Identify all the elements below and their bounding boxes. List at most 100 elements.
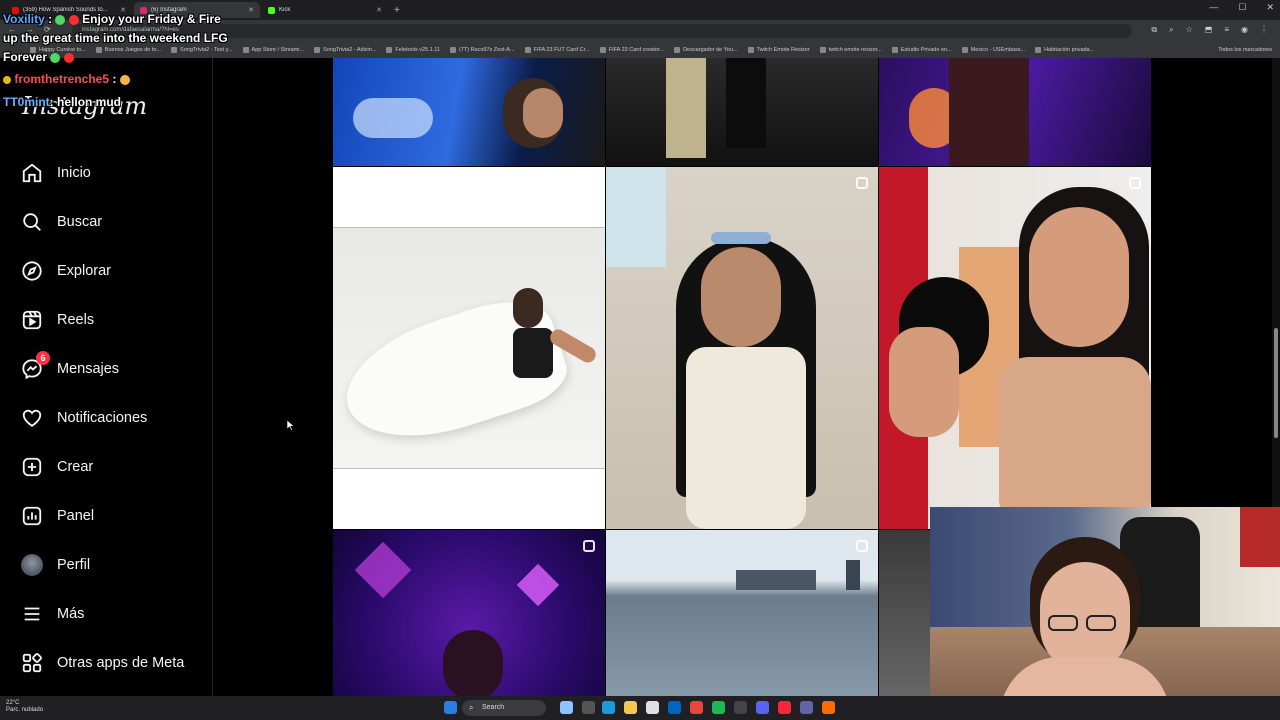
extensions-icon[interactable]: ⬒ [1205, 25, 1213, 35]
nav-explorar[interactable]: Explorar [20, 256, 111, 286]
post-thumbnail[interactable] [606, 530, 878, 696]
spotify-icon[interactable] [712, 701, 725, 714]
bookmark-favicon-icon [819, 47, 826, 53]
bookmark-label: Feletools v25.1.11 [395, 47, 440, 53]
mail-icon[interactable] [668, 701, 681, 714]
bookmark-item[interactable]: Feletools v25.1.11 [386, 47, 440, 53]
red-heart-emote [63, 52, 74, 63]
nav-inicio[interactable]: Inicio [20, 158, 91, 188]
new-tab-icon[interactable]: + [394, 5, 400, 16]
widgets-icon[interactable] [560, 701, 573, 714]
bookmark-item[interactable]: Mexico - USEmbass... [961, 47, 1025, 53]
close-tab-icon[interactable]: ✕ [376, 6, 382, 14]
weather-widget[interactable]: 22°C Parc. nublado [6, 700, 43, 714]
bookmark-item[interactable]: Twitch Emote Resizer [747, 47, 810, 53]
nav-notificaciones[interactable]: Notificaciones [20, 403, 147, 433]
file-explorer-icon[interactable] [624, 701, 637, 714]
bookmark-item[interactable]: FIFA 23 Card creator... [599, 47, 664, 53]
music-icon[interactable] [778, 701, 791, 714]
task-view-icon[interactable] [582, 701, 595, 714]
instagram-sidebar: Instagram Inicio Buscar Explorar Reels 6… [0, 58, 295, 696]
close-tab-icon[interactable]: ✕ [248, 6, 254, 14]
nav-label: Mensajes [57, 361, 120, 377]
edge-icon[interactable] [602, 701, 615, 714]
post-thumbnail[interactable] [333, 167, 605, 529]
home-icon [20, 161, 44, 185]
reels-icon [20, 308, 44, 332]
meta-apps-icon [20, 651, 44, 675]
windows-taskbar: 22°C Parc. nublado ⌕ Search [0, 696, 1280, 720]
nav-label: Más [57, 606, 85, 622]
obs-icon[interactable] [734, 701, 747, 714]
nav-label: Perfil [57, 557, 91, 573]
nav-label: Panel [57, 508, 95, 524]
bookmark-favicon-icon [314, 47, 321, 53]
webcam-overlay [930, 507, 1280, 720]
post-thumbnail[interactable] [333, 530, 605, 696]
nav-otras-apps[interactable]: Otras apps de Meta [20, 648, 184, 678]
carousel-icon [583, 540, 595, 552]
emoji-icon [119, 74, 130, 85]
green-heart-emote [50, 52, 61, 63]
taskbar-search[interactable]: ⌕ Search [462, 700, 546, 716]
store-icon[interactable] [646, 701, 659, 714]
nav-mas[interactable]: Más [20, 599, 84, 629]
nav-buscar[interactable]: Buscar [20, 207, 102, 237]
nav-label: Crear [57, 459, 94, 475]
post-thumbnail[interactable] [879, 167, 1151, 529]
screen: (359) How Spanish Sounds to... ✕ (6) Ins… [0, 0, 1280, 720]
bookmark-item[interactable]: Descargador de You... [674, 47, 738, 53]
messenger-icon: 6 [20, 351, 50, 381]
bookmark-favicon-icon [599, 47, 606, 53]
compass-icon [20, 259, 44, 283]
scrollbar-thumb[interactable] [1274, 328, 1278, 438]
cast-icon[interactable]: ⧉ [1151, 25, 1157, 35]
playlist-icon[interactable]: ≡ [1224, 25, 1229, 35]
browser-tab[interactable]: Kick ✕ [262, 2, 388, 18]
nav-reels[interactable]: Reels [20, 305, 94, 335]
nav-label: Notificaciones [57, 410, 148, 426]
discord-icon[interactable] [756, 701, 769, 714]
chart-icon [20, 504, 44, 528]
bookmark-favicon-icon [747, 47, 754, 53]
bookmark-item[interactable]: SongTrivia2 - Adivin... [314, 47, 376, 53]
maximize-icon[interactable]: ☐ [1238, 2, 1246, 13]
bookmark-item[interactable]: App Store / Streami... [242, 47, 304, 53]
post-thumbnail[interactable] [606, 58, 878, 166]
teams-icon[interactable] [800, 701, 813, 714]
mouse-cursor-icon [287, 420, 295, 431]
zoom-icon[interactable]: ⌕ [1169, 25, 1173, 35]
more-icon[interactable]: ⋮ [1260, 25, 1268, 35]
bookmark-item[interactable]: twitch emote resizer... [819, 47, 882, 53]
minimize-icon[interactable]: — [1209, 2, 1218, 13]
close-window-icon[interactable]: ✕ [1266, 2, 1274, 13]
start-menu-icon[interactable] [444, 701, 457, 714]
all-bookmarks[interactable]: Todos los marcadores [1218, 47, 1272, 53]
bookmark-favicon-icon [674, 47, 681, 53]
carousel-icon [856, 177, 868, 189]
nav-label: Inicio [57, 165, 91, 181]
chrome-icon[interactable] [690, 701, 703, 714]
bookmark-item[interactable]: (7T) Raco97s Zest-A... [449, 47, 515, 53]
profile-icon[interactable]: ◉ [1241, 25, 1248, 35]
nav-label: Otras apps de Meta [57, 655, 185, 671]
nav-crear[interactable]: Crear [20, 452, 93, 482]
kick-icon [268, 6, 275, 14]
bookmark-label: twitch emote resizer... [828, 47, 882, 53]
star-icon[interactable]: ☆ [1186, 25, 1193, 35]
bookmark-favicon-icon [449, 47, 456, 53]
nav-perfil[interactable]: Perfil [20, 550, 90, 580]
nav-mensajes[interactable]: 6 Mensajes [20, 351, 120, 384]
post-thumbnail[interactable] [333, 58, 605, 166]
search-icon: ⌕ [469, 703, 474, 712]
post-thumbnail[interactable] [606, 167, 878, 529]
green-heart-emote [55, 14, 66, 25]
bookmark-item[interactable]: Estudio Privado en... [891, 47, 952, 53]
search-icon [20, 210, 44, 234]
app-icon[interactable] [822, 701, 835, 714]
bookmark-favicon-icon [524, 47, 531, 53]
bookmark-item[interactable]: Habitación privada... [1035, 47, 1094, 53]
post-thumbnail[interactable] [879, 58, 1151, 166]
nav-panel[interactable]: Panel [20, 501, 94, 531]
bookmark-item[interactable]: FIFA 23 FUT Card Cr... [524, 47, 590, 53]
